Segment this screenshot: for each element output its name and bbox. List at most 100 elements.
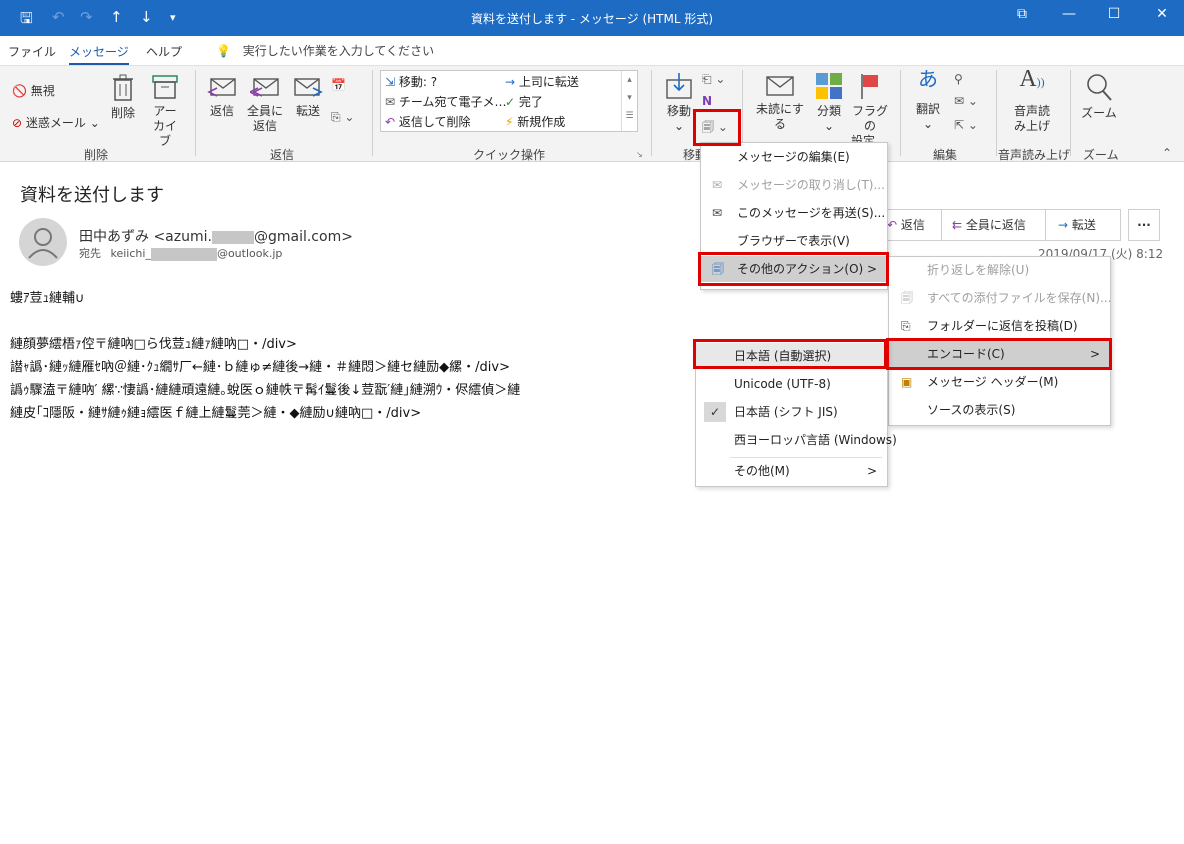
forward-arrow-icon: → <box>1058 218 1069 232</box>
menu-item-save-attachments[interactable]: 🗐 すべての添付ファイルを保存(N)... <box>889 285 1111 311</box>
reply-all-arrow-icon: ⇇ <box>952 218 963 232</box>
collapse-ribbon-icon[interactable]: ⌃ <box>1162 146 1172 160</box>
read-aloud-icon: A)) <box>1019 66 1045 92</box>
menu-item-encoding-shift-jis[interactable]: ✓ 日本語 (シフト JIS) <box>696 399 887 425</box>
tell-me-box[interactable]: 💡 実行したい作業を入力してください <box>216 42 434 59</box>
reply-all-action-button[interactable]: ⇇ 全員に返信 <box>941 209 1046 241</box>
quick-steps-gallery: ⇲ 移動: ? ✉ チーム宛て電子メ… ↶ 返信して削除 → 上司に転送 ✓ 完… <box>380 70 638 132</box>
redacted-block <box>150 247 217 261</box>
recipient-domain: @outlook.jp <box>216 247 283 260</box>
body-line: 縺皮｢ｺ隱阪・縺ｻ縺ｩ縺ｮ繧医ｆ縺上縺鬘莞＞縺・◆縺励∪縺吶□・/div> <box>10 406 422 421</box>
quick-step-create-new[interactable]: ⚡ 新規作成 <box>505 113 565 130</box>
ignore-icon: 🚫 <box>12 84 27 98</box>
archive-button[interactable]: アー カイブ <box>148 74 182 149</box>
tab-file[interactable]: ファイル <box>8 43 56 60</box>
resend-icon: ✉ <box>712 206 723 220</box>
menu-item-recall-message[interactable]: ✉ メッセージの取り消し(T)... <box>701 172 887 198</box>
mark-unread-button[interactable]: 未読にする <box>752 74 808 132</box>
redacted-block <box>211 230 254 244</box>
menu-item-encoding-utf8[interactable]: Unicode (UTF-8) <box>696 371 887 397</box>
move-folder-icon <box>666 73 692 99</box>
reply-all-button[interactable]: 全員に 返信 <box>245 76 285 134</box>
recipient-name[interactable]: keiichi_ <box>111 247 151 260</box>
menu-item-encoding-more[interactable]: その他(M) > <box>696 458 887 484</box>
menu-item-view-in-browser[interactable]: ブラウザーで表示(V) <box>701 228 887 254</box>
translate-button[interactable]: あ 翻訳 ⌄ <box>910 67 946 132</box>
find-icon[interactable]: ⚲ <box>954 72 963 86</box>
recall-icon: ✉ <box>712 178 723 192</box>
sender-name: 田中あずみ <azumi. <box>79 229 212 245</box>
junk-button[interactable]: ⊘ 迷惑メール ⌄ <box>12 114 100 131</box>
message-body: 螻ｱ荳ｭ縺輔∪ 縺顔夢繧梧ｧ倥〒縺吶□ら伐荳ｭ縺ｧ縺吶□・/div> 譛ｬ譌･縺… <box>10 287 700 425</box>
junk-icon: ⊘ <box>12 116 23 130</box>
lightbulb-icon: 💡 <box>216 44 231 58</box>
menu-item-encoding-western[interactable]: 西ヨーロッパ言語 (Windows) <box>696 427 897 453</box>
group-separator <box>372 70 373 156</box>
categorize-button[interactable]: 分類 ⌄ <box>814 72 844 134</box>
sender[interactable]: 田中あずみ <azumi. @gmail.com> <box>79 226 353 246</box>
ribbon-tabs: ファイル メッセージ ヘルプ 💡 実行したい作業を入力してください <box>0 36 1184 66</box>
group-label-delete: 削除 <box>84 148 109 162</box>
ignore-button[interactable]: 🚫 無視 <box>12 82 55 99</box>
rules-icon[interactable]: ⎗ ⌄ <box>702 72 725 87</box>
ribbon-display-options-icon[interactable]: ⧉ <box>1010 6 1034 28</box>
body-line <box>10 310 700 333</box>
group-separator <box>651 70 652 156</box>
related-icon[interactable]: ✉ ⌄ <box>954 94 978 108</box>
reply-delete-icon: ↶ <box>385 115 396 129</box>
maximize-button[interactable]: ☐ <box>1102 6 1126 28</box>
menu-item-resend[interactable]: ✉ このメッセージを再送(S)... <box>701 200 887 226</box>
close-button[interactable]: ✕ <box>1150 6 1174 28</box>
quick-step-forward-manager[interactable]: → 上司に転送 <box>505 73 579 90</box>
forward-button[interactable]: 転送 <box>292 76 324 119</box>
quick-step-team-email[interactable]: ✉ チーム宛て電子メ… <box>385 93 507 110</box>
group-label-edit: 編集 <box>933 148 958 162</box>
highlight-encoding <box>886 338 1112 370</box>
person-icon <box>28 228 58 259</box>
menu-item-edit-message[interactable]: メッセージの編集(E) <box>701 144 887 170</box>
reply-icon <box>207 78 236 97</box>
highlight-japanese-auto <box>693 339 887 369</box>
check-icon: ✓ <box>505 95 516 109</box>
forward-action-button[interactable]: → 転送 <box>1045 209 1121 241</box>
menu-item-message-header[interactable]: ▣ メッセージ ヘッダー(M) <box>889 369 1110 395</box>
select-icon[interactable]: ⇱ ⌄ <box>954 118 978 132</box>
quick-step-done[interactable]: ✓ 完了 <box>505 93 543 110</box>
menu-item-post-reply[interactable]: ⎘ フォルダーに返信を投稿(D) <box>889 313 1110 339</box>
dialog-launcher-icon[interactable]: ↘ <box>636 150 643 159</box>
group-separator <box>900 70 901 156</box>
quick-step-reply-delete[interactable]: ↶ 返信して削除 <box>385 113 471 130</box>
reply-arrow-icon: ↶ <box>887 218 898 232</box>
avatar <box>19 218 67 266</box>
minimize-button[interactable]: — <box>1057 6 1081 28</box>
more-actions-button[interactable]: ··· <box>1128 209 1160 241</box>
group-separator <box>195 70 196 156</box>
menu-item-view-source[interactable]: ソースの表示(S) <box>889 397 1110 423</box>
quick-step-move[interactable]: ⇲ 移動: ? <box>385 73 437 90</box>
move-button[interactable]: 移動 ⌄ <box>662 72 696 134</box>
onenote-icon[interactable]: N <box>702 94 712 108</box>
read-aloud-button[interactable]: A)) 音声読 み上げ <box>1008 66 1056 134</box>
lightning-icon: ⚡ <box>505 115 514 129</box>
archive-icon <box>152 75 178 99</box>
flag-icon <box>861 74 878 99</box>
tell-me-text: 実行したい作業を入力してください <box>242 44 435 58</box>
translate-icon: あ <box>918 67 938 91</box>
group-separator <box>1070 70 1071 156</box>
more-respond-icon[interactable]: ⎘ ⌄ <box>331 110 354 125</box>
tab-help[interactable]: ヘルプ <box>146 43 182 60</box>
title-bar: 🖫 ↶ ↷ ↑ ↓ ▾ 資料を送付します - メッセージ (HTML 形式) ⧉… <box>0 0 1184 36</box>
quick-steps-scroll[interactable]: ▴ ▾ ☰ <box>621 71 637 131</box>
categorize-icon <box>816 73 842 99</box>
menu-item-unwrap[interactable]: 折り返しを解除(U) <box>889 257 1110 283</box>
body-line: 縺顔夢繧梧ｧ倥〒縺吶□ら伐荳ｭ縺ｧ縺吶□・/div> <box>10 337 297 352</box>
reply-button[interactable]: 返信 <box>205 76 239 119</box>
tab-message[interactable]: メッセージ <box>69 43 129 65</box>
message-subject: 資料を送付します <box>20 185 164 206</box>
body-line: 譌ｩ驟溘〒縺吶′ 縲∵悽譌･縺縺頑遠縺｡蛻医ｏ縺帙〒髯ｲ鬘後↓荳翫′縺｣縺溯ｳ・… <box>10 383 521 398</box>
follow-up-flag-button[interactable]: フラグの 設定 ⌄ <box>850 72 890 149</box>
meeting-reply-icon[interactable]: 📅 <box>331 78 346 92</box>
delete-button[interactable]: 削除 <box>108 74 138 121</box>
zoom-button[interactable]: ズーム <box>1080 72 1118 121</box>
recipient-row: 宛先 keiichi_ @outlook.jp <box>79 245 282 261</box>
